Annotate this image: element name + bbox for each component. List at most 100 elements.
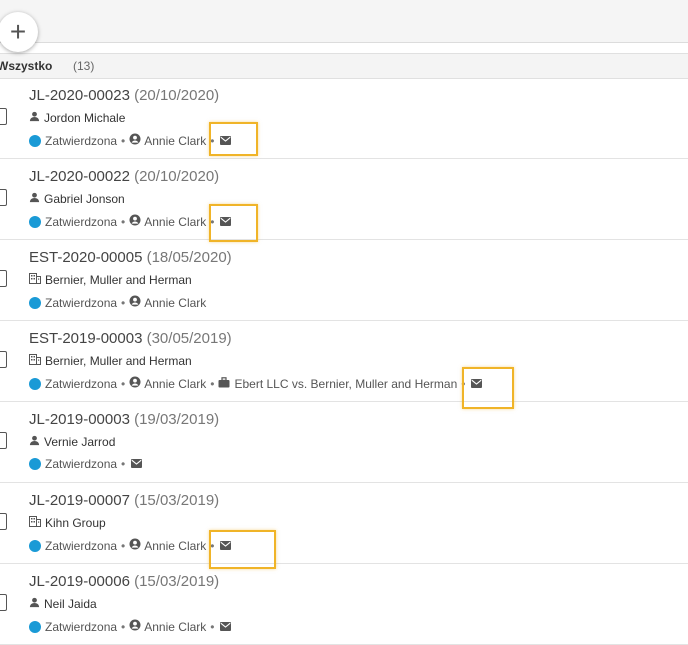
add-button[interactable]: +: [0, 12, 38, 52]
document-date: (20/10/2020): [134, 87, 220, 104]
status-text: Zatwierdzona: [45, 619, 118, 634]
row-meta: Zatwierdzona •: [29, 457, 143, 471]
separator: •: [121, 538, 126, 553]
user-circle-icon: [129, 133, 141, 148]
party: Bernier, Muller and Herman: [29, 273, 192, 287]
person-icon: [29, 435, 40, 449]
person-icon: [29, 192, 40, 206]
status-text: Zatwierdzona: [45, 295, 118, 310]
party: Vernie Jarrod: [29, 435, 115, 449]
owner-name: Annie Clark: [144, 214, 207, 229]
top-toolbar: [0, 0, 688, 43]
separator: •: [210, 376, 215, 391]
user-circle-icon: [129, 619, 141, 634]
document-title[interactable]: JL-2019-00003 (19/03/2019): [29, 411, 219, 428]
document-title[interactable]: EST-2020-00005 (18/05/2020): [29, 249, 232, 266]
separator: •: [121, 619, 126, 634]
row-meta: Zatwierdzona • Annie Clark •: [29, 538, 232, 553]
row-checkbox[interactable]: [0, 270, 7, 287]
status-dot: [29, 620, 41, 633]
document-date: (30/05/2019): [146, 330, 232, 347]
document-number: JL-2020-00022: [29, 168, 130, 185]
building-icon: [29, 354, 41, 368]
row-checkbox[interactable]: [0, 108, 7, 125]
party-name: Gabriel Jonson: [44, 192, 125, 206]
mail-icon[interactable]: [220, 620, 232, 634]
filter-bar: Wszystko (13): [0, 53, 688, 79]
invoice-list: JL-2020-00023 (20/10/2020) Jordon Michale…: [0, 78, 688, 645]
document-date: (18/05/2020): [146, 249, 232, 266]
row-meta: Zatwierdzona • Annie Clark: [29, 295, 206, 310]
row-meta: Zatwierdzona • Annie Clark •: [29, 133, 232, 148]
highlight-box: [209, 122, 258, 156]
status-dot: [29, 215, 41, 228]
party-name: Jordon Michale: [44, 111, 126, 125]
highlight-box: [462, 367, 514, 409]
row-checkbox[interactable]: [0, 351, 7, 368]
document-date: (20/10/2020): [134, 168, 220, 185]
separator: •: [121, 295, 126, 310]
document-date: (19/03/2019): [134, 411, 220, 428]
owner-name: Annie Clark: [144, 538, 207, 553]
case-name[interactable]: Ebert LLC vs. Bernier, Muller and Herman: [234, 377, 457, 391]
party-name: Neil Jaida: [44, 597, 97, 611]
filter-count: (13): [73, 59, 95, 73]
list-item[interactable]: JL-2019-00007 (15/03/2019) Kihn Group Zatw…: [0, 483, 688, 564]
row-checkbox[interactable]: [0, 513, 7, 530]
owner-name: Annie Clark: [144, 619, 207, 634]
list-item[interactable]: JL-2019-00006 (15/03/2019) Neil Jaida Zatw…: [0, 564, 688, 645]
user-circle-icon: [129, 214, 141, 229]
status-dot: [29, 296, 41, 309]
separator: •: [121, 133, 126, 148]
document-number: JL-2019-00007: [29, 492, 130, 509]
party-name: Bernier, Muller and Herman: [45, 273, 192, 287]
separator: •: [121, 457, 126, 471]
list-item[interactable]: JL-2019-00003 (19/03/2019) Vernie Jarrod Z…: [0, 402, 688, 483]
document-title[interactable]: JL-2020-00022 (20/10/2020): [29, 168, 219, 185]
owner-name: Annie Clark: [144, 133, 207, 148]
user-circle-icon: [129, 295, 141, 310]
status-dot: [29, 377, 41, 390]
document-number: JL-2019-00006: [29, 573, 130, 590]
building-icon: [29, 273, 41, 287]
status-dot: [29, 458, 41, 470]
party: Kihn Group: [29, 516, 106, 530]
row-meta: Zatwierdzona • Annie Clark •: [29, 619, 232, 634]
party: Neil Jaida: [29, 597, 97, 611]
document-number: JL-2020-00023: [29, 87, 130, 104]
user-circle-icon: [129, 376, 141, 391]
highlight-box: [209, 204, 258, 242]
document-number: EST-2019-00003: [29, 330, 143, 347]
highlight-box: [209, 530, 276, 569]
status-dot: [29, 539, 41, 552]
mail-icon[interactable]: [131, 457, 143, 471]
document-title[interactable]: JL-2019-00007 (15/03/2019): [29, 492, 219, 509]
list-item[interactable]: JL-2020-00022 (20/10/2020) Gabriel Jonson…: [0, 159, 688, 240]
party: Jordon Michale: [29, 111, 125, 125]
document-title[interactable]: JL-2019-00006 (15/03/2019): [29, 573, 219, 590]
party-name: Vernie Jarrod: [44, 435, 116, 449]
party-name: Bernier, Muller and Herman: [45, 354, 192, 368]
document-title[interactable]: EST-2019-00003 (30/05/2019): [29, 330, 232, 347]
list-item[interactable]: JL-2020-00023 (20/10/2020) Jordon Michale…: [0, 78, 688, 159]
owner-name: Annie Clark: [144, 376, 207, 391]
separator: •: [121, 376, 126, 391]
separator: •: [121, 214, 126, 229]
row-meta: Zatwierdzona • Annie Clark •: [29, 214, 232, 229]
document-date: (15/03/2019): [134, 492, 220, 509]
filter-tab-all[interactable]: Wszystko: [0, 59, 52, 73]
row-checkbox[interactable]: [0, 189, 7, 206]
briefcase-icon: [218, 376, 230, 391]
document-number: EST-2020-00005: [29, 249, 143, 266]
document-title[interactable]: JL-2020-00023 (20/10/2020): [29, 87, 219, 104]
separator: •: [210, 619, 215, 634]
list-item[interactable]: EST-2019-00003 (30/05/2019) Bernier, Mull…: [0, 321, 688, 402]
person-icon: [29, 111, 40, 125]
person-icon: [29, 597, 40, 611]
row-checkbox[interactable]: [0, 432, 7, 449]
status-text: Zatwierdzona: [45, 214, 118, 229]
document-date: (15/03/2019): [134, 573, 220, 590]
status-text: Zatwierdzona: [45, 538, 118, 553]
row-checkbox[interactable]: [0, 594, 7, 611]
list-item[interactable]: EST-2020-00005 (18/05/2020) Bernier, Mull…: [0, 240, 688, 321]
